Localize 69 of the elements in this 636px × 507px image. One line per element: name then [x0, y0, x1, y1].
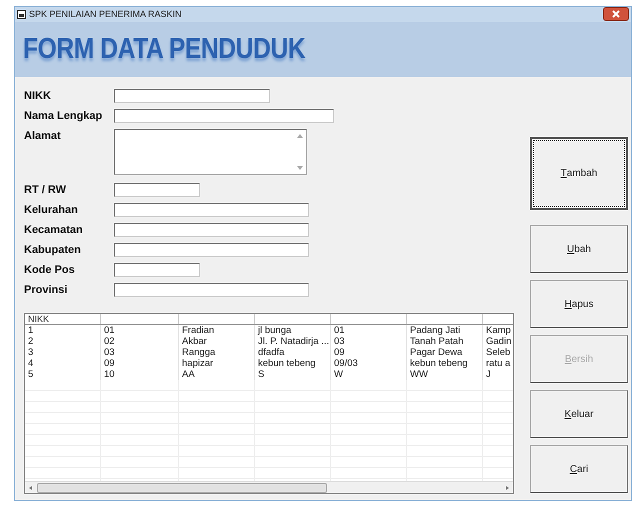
table-cell: Pagar Dewa — [410, 347, 462, 358]
table-cell: J — [486, 369, 491, 380]
text-field[interactable] — [114, 109, 334, 123]
text-field[interactable] — [114, 203, 309, 217]
table-cell: 3 — [28, 347, 34, 358]
table-cell: 01 — [104, 325, 115, 336]
action-button[interactable]: Keluar — [530, 390, 628, 438]
field-label: Kode Pos — [24, 263, 76, 277]
table-cell: Jl. P. Natadirja ... — [258, 336, 330, 347]
field-label: Kelurahan — [24, 203, 79, 217]
field-label: Alamat — [24, 129, 62, 143]
field-label: NIKK — [24, 89, 52, 103]
table-cell: Padang Jati — [410, 325, 460, 336]
action-button[interactable]: Ubah — [530, 225, 628, 273]
text-field[interactable] — [114, 89, 270, 103]
close-icon — [612, 10, 620, 18]
table-cell: 10 — [104, 369, 115, 380]
table-cell: 5 — [28, 369, 34, 380]
table-cell: 01 — [334, 325, 345, 336]
table-cell: 2 — [28, 336, 34, 347]
table-cell: ratu a — [486, 358, 510, 369]
table-cell: jl bunga — [258, 325, 292, 336]
field-label: Kabupaten — [24, 243, 82, 257]
table-cell: Gadin — [486, 336, 512, 347]
table-cell: Akbar — [182, 336, 207, 347]
horizontal-scrollbar[interactable] — [25, 481, 513, 493]
address-textarea[interactable] — [114, 129, 307, 175]
table-cell: Seleb — [486, 347, 510, 358]
table-cell: kebun tebeng — [410, 358, 468, 369]
table-cell: hapizar — [182, 358, 214, 369]
table-cell: S — [258, 369, 264, 380]
close-button[interactable] — [603, 7, 629, 22]
column-header[interactable]: NIKK — [28, 314, 50, 324]
table-cell: WW — [410, 369, 428, 380]
text-field[interactable] — [114, 243, 309, 257]
table-cell: AA — [182, 369, 195, 380]
field-label: Kecamatan — [24, 223, 84, 237]
data-table[interactable] — [24, 313, 514, 494]
table-cell: 09 — [334, 347, 345, 358]
app-icon — [17, 10, 26, 19]
field-label: RT / RW — [24, 183, 67, 197]
table-cell: Tanah Patah — [410, 336, 464, 347]
text-field[interactable] — [114, 183, 200, 197]
table-cell: Rangga — [182, 347, 216, 358]
table-cell: 09 — [104, 358, 115, 369]
table-cell: Fradian — [182, 325, 214, 336]
action-button[interactable]: Tambah — [530, 137, 628, 210]
table-cell: 03 — [334, 336, 345, 347]
text-field[interactable] — [114, 223, 309, 237]
action-button[interactable]: Hapus — [530, 280, 628, 328]
table-cell: 02 — [104, 336, 115, 347]
table-cell: 09/03 — [334, 358, 358, 369]
text-field[interactable] — [114, 283, 309, 297]
form-title: FORM DATA PENDUDUK — [23, 34, 306, 64]
down-arrow-icon[interactable] — [297, 166, 303, 170]
table-cell: Kamp — [486, 325, 511, 336]
window-title: SPK PENILAIAN PENERIMA RASKIN — [29, 8, 183, 21]
table-cell: 4 — [28, 358, 34, 369]
scrollbar-thumb[interactable] — [37, 482, 327, 492]
up-arrow-icon[interactable] — [297, 134, 303, 138]
field-label: Nama Lengkap — [24, 109, 104, 123]
table-cell: W — [334, 369, 343, 380]
table-cell: kebun tebeng — [258, 358, 316, 369]
action-button[interactable]: Cari — [530, 445, 628, 493]
field-label: Provinsi — [24, 283, 68, 297]
text-field[interactable] — [114, 263, 200, 277]
table-cell: dfadfa — [258, 347, 284, 358]
table-cell: 03 — [104, 347, 115, 358]
table-cell: 1 — [28, 325, 34, 336]
